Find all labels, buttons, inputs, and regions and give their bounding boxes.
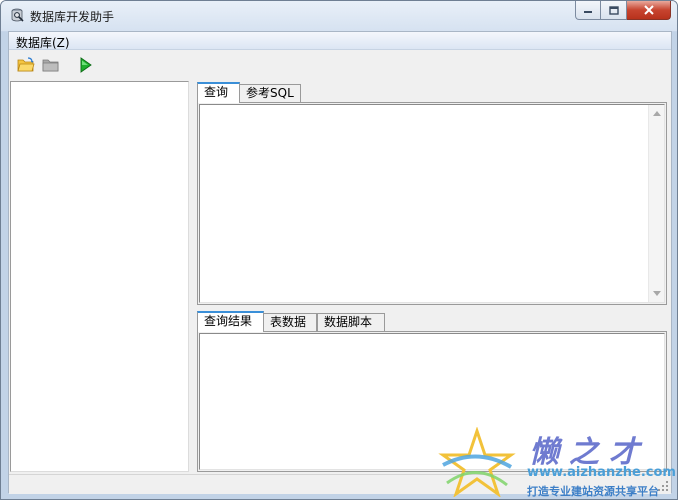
database-tree[interactable] — [10, 81, 189, 472]
minimize-icon — [584, 11, 592, 13]
result-tabstrip: 查询结果 表数据 数据脚本 — [197, 311, 672, 332]
tab-query-label: 查询 — [204, 85, 229, 99]
client-area: 数据库(Z) 查询 参考SQL 查询结果 表数据 数据脚本 — [8, 31, 672, 494]
result-panel — [197, 331, 667, 472]
run-icon[interactable] — [76, 56, 94, 74]
resize-grip-icon[interactable] — [657, 480, 669, 492]
tab-query[interactable]: 查询 — [197, 82, 240, 103]
window-title: 数据库开发助手 — [30, 10, 115, 24]
toolbar — [9, 50, 671, 80]
menu-database[interactable]: 数据库(Z) — [16, 34, 70, 51]
status-bar — [9, 474, 671, 494]
app-window: 数据库开发助手 数据库(Z) 查询 参考SQL 查询结果 表数据 数据脚本 懒之… — [0, 0, 678, 500]
tab-table-data-label: 表数据 — [270, 315, 307, 329]
close-icon — [643, 5, 654, 15]
tab-data-script-label: 数据脚本 — [324, 315, 373, 329]
tab-query-result-label: 查询结果 — [204, 314, 253, 328]
query-tabstrip: 查询 参考SQL — [197, 82, 672, 103]
scroll-down-icon[interactable] — [653, 291, 661, 296]
scroll-up-icon[interactable] — [653, 111, 661, 116]
query-panel — [197, 102, 667, 305]
maximize-icon — [608, 5, 619, 15]
close-button[interactable] — [627, 1, 671, 20]
tab-query-result[interactable]: 查询结果 — [197, 311, 264, 332]
tab-table-data[interactable]: 表数据 — [263, 313, 317, 331]
tab-reference-sql-label: 参考SQL — [246, 86, 294, 100]
menu-bar: 数据库(Z) — [9, 32, 671, 50]
result-view[interactable] — [199, 333, 665, 470]
open-folder-icon[interactable] — [17, 56, 35, 74]
tab-reference-sql[interactable]: 参考SQL — [239, 84, 301, 102]
maximize-button[interactable] — [601, 1, 627, 20]
folder-icon[interactable] — [42, 56, 60, 74]
sql-editor[interactable] — [199, 104, 665, 303]
caption-buttons — [575, 1, 671, 21]
sql-editor-scrollbar[interactable] — [648, 105, 664, 302]
app-icon — [11, 8, 24, 22]
tab-data-script[interactable]: 数据脚本 — [317, 313, 385, 331]
title-bar[interactable]: 数据库开发助手 — [1, 1, 677, 31]
minimize-button[interactable] — [575, 1, 601, 20]
